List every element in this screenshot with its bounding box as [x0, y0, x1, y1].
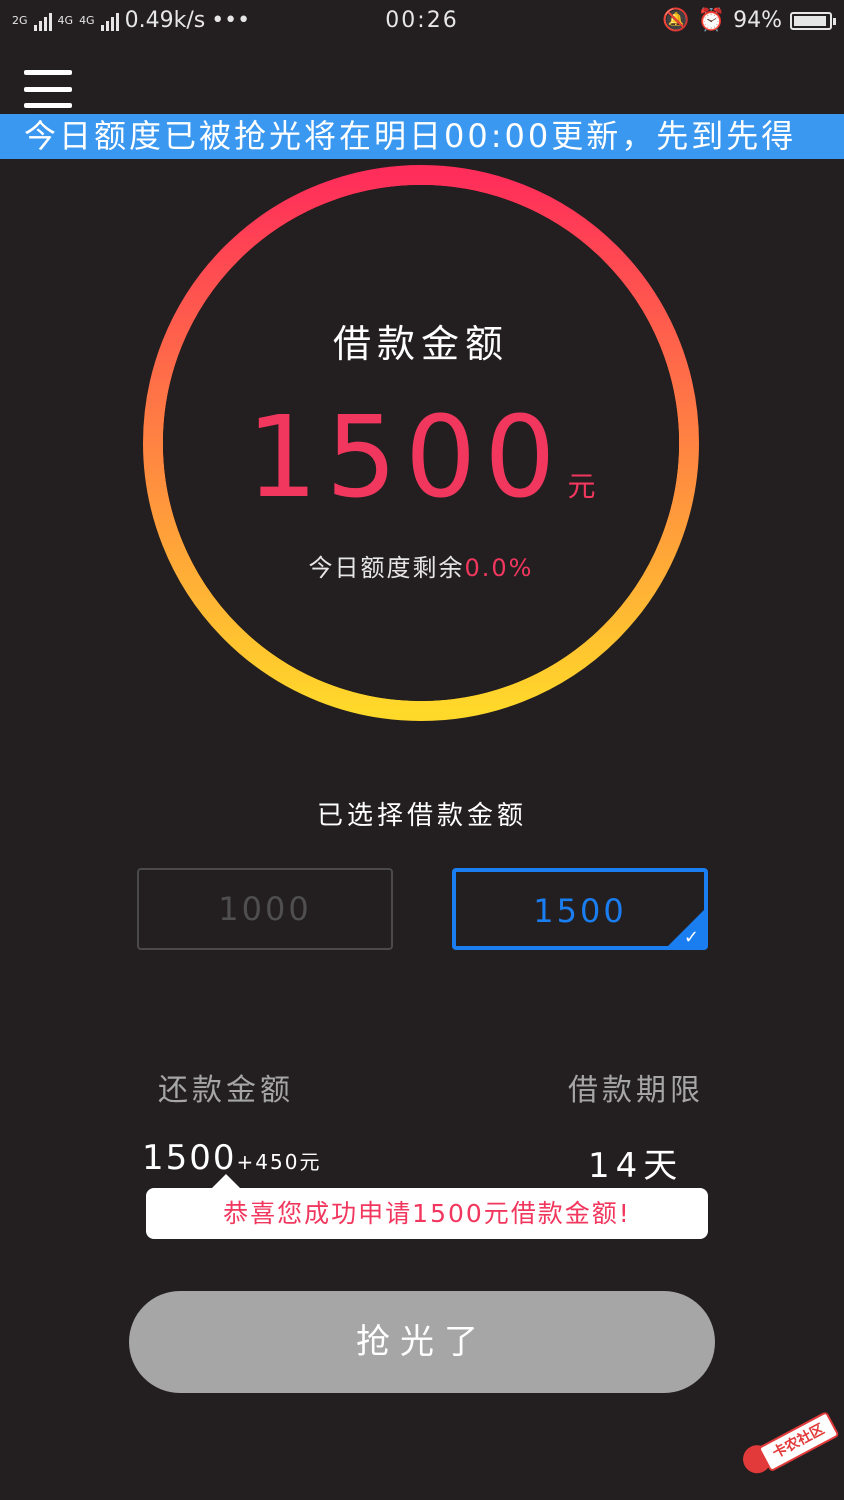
gauge-amount-value: 1500 — [246, 393, 564, 523]
amount-option-label: 1000 — [218, 890, 312, 928]
notice-banner: 今日额度已被抢光将在明日00:00更新，先到先得 — [0, 114, 844, 159]
alarm-clock-icon: ⏰ — [697, 8, 726, 33]
loan-term-label: 借款期限 — [568, 1073, 704, 1108]
repay-interest: +450元 — [236, 1150, 322, 1174]
grab-button[interactable]: 抢光了 — [129, 1291, 715, 1393]
gauge-title: 借款金额 — [332, 322, 509, 366]
loan-amount-gauge: 借款金额 1500 元 今日额度剩余0.0% — [141, 163, 701, 723]
status-right: 🔕 ⏰ 94% — [662, 8, 836, 33]
status-bar: 2G 4G 4G 0.49k/s ••• 00:26 🔕 ⏰ 94% — [0, 0, 844, 46]
bell-mute-icon: 🔕 — [662, 8, 690, 33]
gauge-remaining: 今日额度剩余0.0% — [141, 548, 701, 583]
repay-principal: 1500 — [142, 1138, 237, 1178]
loan-term-value: 14天 — [588, 1146, 684, 1186]
remaining-label: 今日额度剩余 — [308, 554, 465, 582]
remaining-value: 0.0% — [464, 554, 534, 582]
success-toast: 恭喜您成功申请1500元借款金额! — [146, 1174, 708, 1239]
gauge-amount: 1500 元 — [141, 393, 701, 523]
menu-icon[interactable] — [24, 70, 72, 108]
battery-icon — [790, 11, 836, 30]
watermark-logo: 卡农社区 — [732, 1396, 844, 1494]
amount-option-1500[interactable]: 1500 ✓ — [452, 868, 708, 950]
watermark-text: 卡农社区 — [757, 1410, 840, 1473]
checkmark-icon: ✓ — [683, 927, 702, 948]
amount-option-label: 1500 — [533, 892, 627, 930]
gauge-amount-unit: 元 — [567, 470, 596, 503]
selected-amount-label: 已选择借款金额 — [316, 801, 527, 831]
battery-percent: 94% — [733, 8, 782, 33]
repay-amount-value: 1500+450元 — [142, 1138, 321, 1178]
amount-option-1000[interactable]: 1000 — [137, 868, 393, 950]
repay-amount-label: 还款金额 — [158, 1073, 294, 1108]
